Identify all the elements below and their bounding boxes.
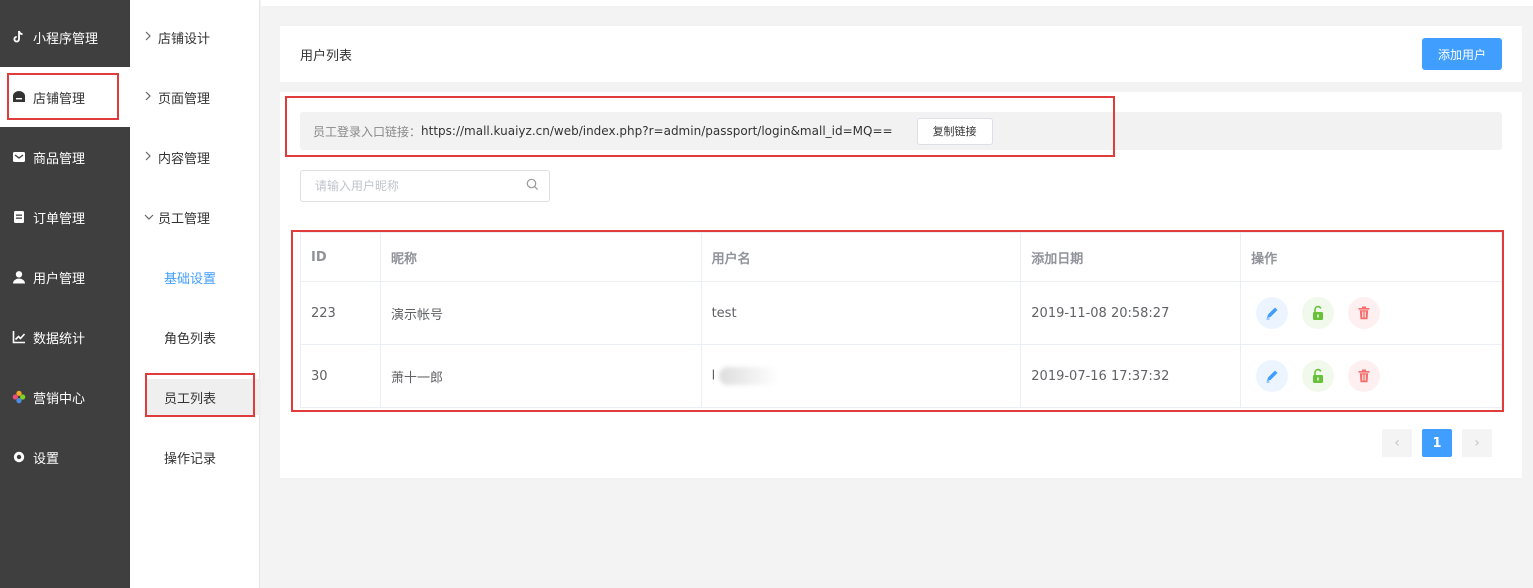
sidebar-item-store[interactable]: 店铺管理 [0,67,130,127]
prev-page-button[interactable]: ‹ [1382,429,1412,457]
next-page-button[interactable]: › [1462,429,1492,457]
sidebar-item-label: 用户管理 [33,271,86,287]
search-icon[interactable] [526,178,539,195]
cell-date: 2019-07-16 17:37:32 [1020,344,1242,408]
table-header-row: ID 昵称 用户名 添加日期 操作 [300,232,1502,282]
page-number-button[interactable]: 1 [1422,429,1452,457]
redacted-blur [719,367,780,385]
cell-id: 223 [300,281,381,345]
submenu-child-basic-settings[interactable]: 基础设置 [146,259,261,295]
cell-nickname: 萧十一郎 [380,344,702,408]
sidebar-item-goods[interactable]: 商品管理 [0,127,130,187]
pagination: ‹ 1 › [1382,429,1492,457]
sidebar-item-miniprogram[interactable]: 小程序管理 [0,7,130,67]
chart-icon [12,330,26,344]
chevron-right-icon [144,150,158,164]
sidebar-item-label: 设置 [33,451,60,467]
login-link-box: 员工登录入口链接： https://mall.kuaiyz.cn/web/ind… [300,112,1502,150]
search-input[interactable] [315,179,526,193]
login-link-url: https://mall.kuaiyz.cn/web/index.php?r=a… [421,124,893,138]
column-header-actions: 操作 [1240,232,1502,282]
submenu-child-role-list[interactable]: 角色列表 [146,319,261,355]
copy-link-button[interactable]: 复制链接 [916,117,993,145]
mail-icon [12,150,26,164]
pencil-icon [1266,307,1278,320]
cell-date: 2019-11-08 20:58:27 [1020,281,1242,345]
flower-icon [12,390,26,404]
user-icon [12,270,26,284]
tiktok-icon [12,30,26,44]
submenu-label: 页面管理 [158,91,211,107]
search-box [300,170,550,202]
sidebar-item-settings[interactable]: 设置 [0,427,130,487]
login-link-label: 员工登录入口链接： [313,124,422,139]
chevron-down-icon [144,210,158,224]
submenu-label: 员工管理 [158,211,211,227]
unlock-button[interactable] [1302,360,1335,392]
sidebar-item-users[interactable]: 用户管理 [0,247,130,307]
chevron-right-icon [144,90,158,104]
unlock-icon [1313,305,1324,320]
delete-button[interactable] [1348,297,1381,329]
page-title: 用户列表 [300,48,353,64]
store-icon [12,90,26,104]
column-header-date: 添加日期 [1020,232,1242,282]
main-card: 员工登录入口链接： https://mall.kuaiyz.cn/web/ind… [280,92,1522,478]
cell-username: test [701,281,1022,345]
unlock-button[interactable] [1302,297,1335,329]
pencil-icon [1266,370,1278,383]
submenu-item-staff-manage[interactable]: 员工管理 [130,187,260,247]
cell-actions [1240,281,1502,345]
sidebar-item-label: 小程序管理 [33,31,99,47]
top-strip [261,0,1533,6]
cell-nickname: 演示帐号 [380,281,702,345]
main-sidebar: 小程序管理 店铺管理 商品管理 订单管理 用户管理 数据统计 营销中心 设置 [0,0,130,588]
add-user-button[interactable]: 添加用户 [1421,38,1502,70]
cell-id: 30 [300,344,381,408]
page-header: 用户列表 添加用户 [280,26,1522,82]
column-header-username: 用户名 [701,232,1022,282]
column-header-id: ID [300,232,381,282]
gear-icon [12,450,26,464]
chevron-right-icon [144,30,158,44]
user-table: ID 昵称 用户名 添加日期 操作 223 演示帐号 test 2019-11-… [300,232,1502,408]
sidebar-item-marketing[interactable]: 营销中心 [0,367,130,427]
cell-actions [1240,344,1502,408]
clipboard-icon [12,210,26,224]
submenu-label: 店铺设计 [158,31,211,47]
table-row: 223 演示帐号 test 2019-11-08 20:58:27 [300,281,1502,345]
trash-icon [1358,306,1370,320]
edit-button[interactable] [1256,297,1289,329]
edit-button[interactable] [1256,360,1289,392]
column-header-nickname: 昵称 [380,232,702,282]
delete-button[interactable] [1348,360,1381,392]
submenu-item-store-design[interactable]: 店铺设计 [130,7,260,67]
submenu-child-staff-list[interactable]: 员工列表 [146,379,261,415]
submenu-item-content-manage[interactable]: 内容管理 [130,127,260,187]
submenu-item-page-manage[interactable]: 页面管理 [130,67,260,127]
sidebar-item-label: 商品管理 [33,151,86,167]
cell-username-wrap: l [701,344,1022,408]
sidebar-item-stats[interactable]: 数据统计 [0,307,130,367]
unlock-icon [1313,368,1324,383]
table-row: 30 萧十一郎 l 2019-07-16 17:37:32 [300,344,1502,408]
sidebar-item-label: 数据统计 [33,331,86,347]
cell-username: l [711,368,716,384]
sidebar-item-orders[interactable]: 订单管理 [0,187,130,247]
sidebar-item-label: 订单管理 [33,211,86,227]
sub-menu: 店铺设计 页面管理 内容管理 员工管理 基础设置 角色列表 员工列表 操作记录 [130,0,261,588]
submenu-child-operation-log[interactable]: 操作记录 [146,439,261,475]
sidebar-item-label: 店铺管理 [33,91,86,107]
sidebar-item-label: 营销中心 [33,391,86,407]
trash-icon [1358,369,1370,383]
submenu-label: 内容管理 [158,151,211,167]
